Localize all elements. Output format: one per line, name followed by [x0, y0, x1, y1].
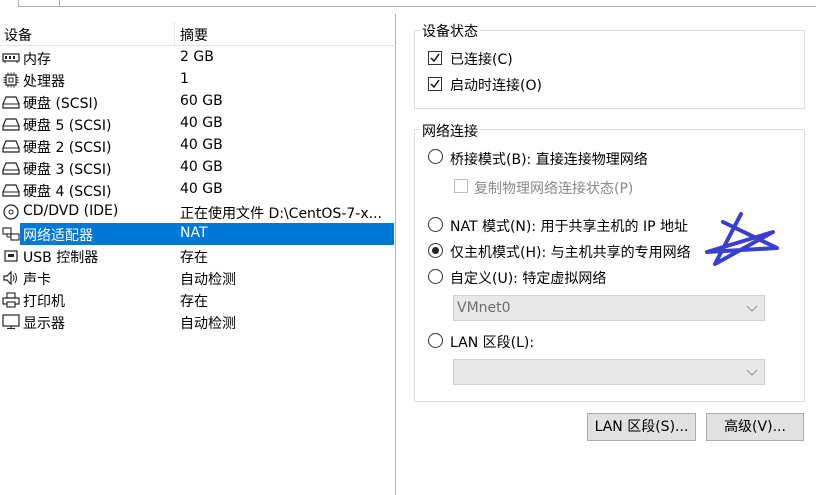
processor-icon — [2, 72, 20, 88]
hard-disk-icon — [2, 116, 20, 132]
device-row-hard-disk-5[interactable]: 硬盘 5 (SCSI) 40 GB — [0, 113, 394, 135]
device-summary: 自动检测 — [180, 272, 236, 288]
device-row-hard-disk-scsi[interactable]: 硬盘 (SCSI) 60 GB — [0, 91, 394, 113]
lan-segment-label[interactable]: LAN 区段(L): — [450, 332, 534, 352]
device-row-cd-dvd[interactable]: CD/DVD (IDE) 正在使用文件 D:\CentOS-7-x... — [0, 201, 394, 223]
device-summary: 2 GB — [180, 49, 214, 65]
device-summary: 40 GB — [180, 181, 223, 197]
device-name: USB 控制器 — [23, 250, 99, 266]
column-header-summary[interactable]: 摘要 — [180, 25, 208, 45]
nat-label[interactable]: NAT 模式(N): 用于共享主机的 IP 地址 — [450, 216, 688, 236]
host-only-label[interactable]: 仅主机模式(H): 与主机共享的专用网络 — [450, 242, 691, 262]
replicate-state-label[interactable]: 复制物理网络连接状态(P) — [474, 178, 633, 198]
nat-radio[interactable] — [428, 217, 443, 232]
lan-segment-radio[interactable] — [428, 333, 443, 348]
custom-radio[interactable] — [428, 269, 443, 284]
device-name: 硬盘 5 (SCSI) — [23, 118, 112, 134]
lan-segment-dropdown[interactable] — [453, 359, 765, 385]
checkmark-icon — [430, 53, 440, 63]
connect-at-power-on-checkbox[interactable] — [428, 77, 442, 91]
monitor-icon — [2, 314, 20, 330]
chevron-down-icon — [746, 305, 758, 312]
custom-network-dropdown[interactable]: VMnet0 — [453, 295, 765, 321]
replicate-state-checkbox[interactable] — [454, 179, 468, 193]
device-name: 硬盘 4 (SCSI) — [23, 184, 112, 200]
speaker-icon — [2, 270, 20, 286]
device-summary: 40 GB — [180, 159, 223, 175]
device-row-network-adapter[interactable]: 网络适配器 NAT — [0, 223, 394, 245]
device-summary: 1 — [180, 71, 189, 87]
device-summary: NAT — [180, 225, 208, 241]
device-list-header: 设备 摘要 — [0, 22, 396, 46]
device-name: 网络适配器 — [23, 228, 93, 244]
device-name: 声卡 — [23, 272, 51, 288]
device-list-panel: 设备 摘要 内存 2 GB 处理器 1 硬盘 (SCSI) 60 GB 硬盘 5… — [0, 14, 396, 495]
chevron-down-icon — [746, 369, 758, 376]
device-row-sound-card[interactable]: 声卡 自动检测 — [0, 267, 394, 289]
host-only-radio[interactable] — [428, 243, 443, 258]
hard-disk-icon — [2, 138, 20, 154]
radio-selected-dot — [432, 247, 439, 254]
device-name: 硬盘 3 (SCSI) — [23, 162, 112, 178]
cd-dvd-icon — [2, 204, 20, 220]
device-status-group — [414, 30, 805, 109]
custom-label[interactable]: 自定义(U): 特定虚拟网络 — [450, 268, 606, 288]
connected-label[interactable]: 已连接(C) — [450, 49, 513, 69]
connect-at-power-on-label[interactable]: 启动时连接(O) — [450, 75, 542, 95]
device-name: 硬盘 (SCSI) — [23, 96, 99, 112]
hard-disk-icon — [2, 182, 20, 198]
active-tab-edge[interactable] — [18, 0, 60, 7]
device-row-display[interactable]: 显示器 自动检测 — [0, 311, 394, 333]
device-summary: 正在使用文件 D:\CentOS-7-x... — [180, 206, 382, 222]
hard-disk-icon — [2, 94, 20, 110]
custom-network-value: VMnet0 — [457, 300, 511, 316]
device-summary: 存在 — [180, 294, 208, 310]
device-row-usb-controller[interactable]: USB 控制器 存在 — [0, 245, 394, 267]
column-header-device[interactable]: 设备 — [4, 25, 32, 45]
connected-checkbox[interactable] — [428, 51, 442, 65]
device-row-processor[interactable]: 处理器 1 — [0, 69, 394, 91]
device-row-printer[interactable]: 打印机 存在 — [0, 289, 394, 311]
bridged-radio[interactable] — [428, 149, 443, 164]
memory-icon — [2, 50, 20, 66]
device-status-title: 设备状态 — [420, 21, 480, 41]
network-connection-title: 网络连接 — [420, 121, 480, 141]
column-divider[interactable] — [174, 22, 175, 46]
bridged-label[interactable]: 桥接模式(B): 直接连接物理网络 — [450, 149, 648, 169]
device-summary: 60 GB — [180, 93, 223, 109]
device-summary: 存在 — [180, 250, 208, 266]
device-summary: 自动检测 — [180, 316, 236, 332]
device-name: 打印机 — [23, 294, 65, 310]
device-name: 内存 — [23, 52, 51, 68]
top-tab-strip — [0, 0, 816, 13]
device-row-hard-disk-3[interactable]: 硬盘 3 (SCSI) 40 GB — [0, 157, 394, 179]
device-summary: 40 GB — [180, 115, 223, 131]
tab-strip-border — [60, 6, 816, 7]
hard-disk-icon — [2, 160, 20, 176]
device-name: CD/DVD (IDE) — [23, 203, 119, 219]
network-adapter-icon — [2, 226, 20, 242]
usb-icon — [2, 248, 20, 264]
device-row-hard-disk-4[interactable]: 硬盘 4 (SCSI) 40 GB — [0, 179, 394, 201]
device-name: 显示器 — [23, 316, 65, 332]
device-row-hard-disk-2[interactable]: 硬盘 2 (SCSI) 40 GB — [0, 135, 394, 157]
checkmark-icon — [430, 79, 440, 89]
device-row-memory[interactable]: 内存 2 GB — [0, 47, 394, 69]
lan-segments-button[interactable]: LAN 区段(S)... — [587, 413, 696, 441]
advanced-button[interactable]: 高级(V)... — [706, 413, 804, 441]
device-name: 处理器 — [23, 74, 65, 90]
printer-icon — [2, 292, 20, 308]
device-summary: 40 GB — [180, 137, 223, 153]
star-annotation-icon — [705, 212, 779, 266]
device-name: 硬盘 2 (SCSI) — [23, 140, 112, 156]
